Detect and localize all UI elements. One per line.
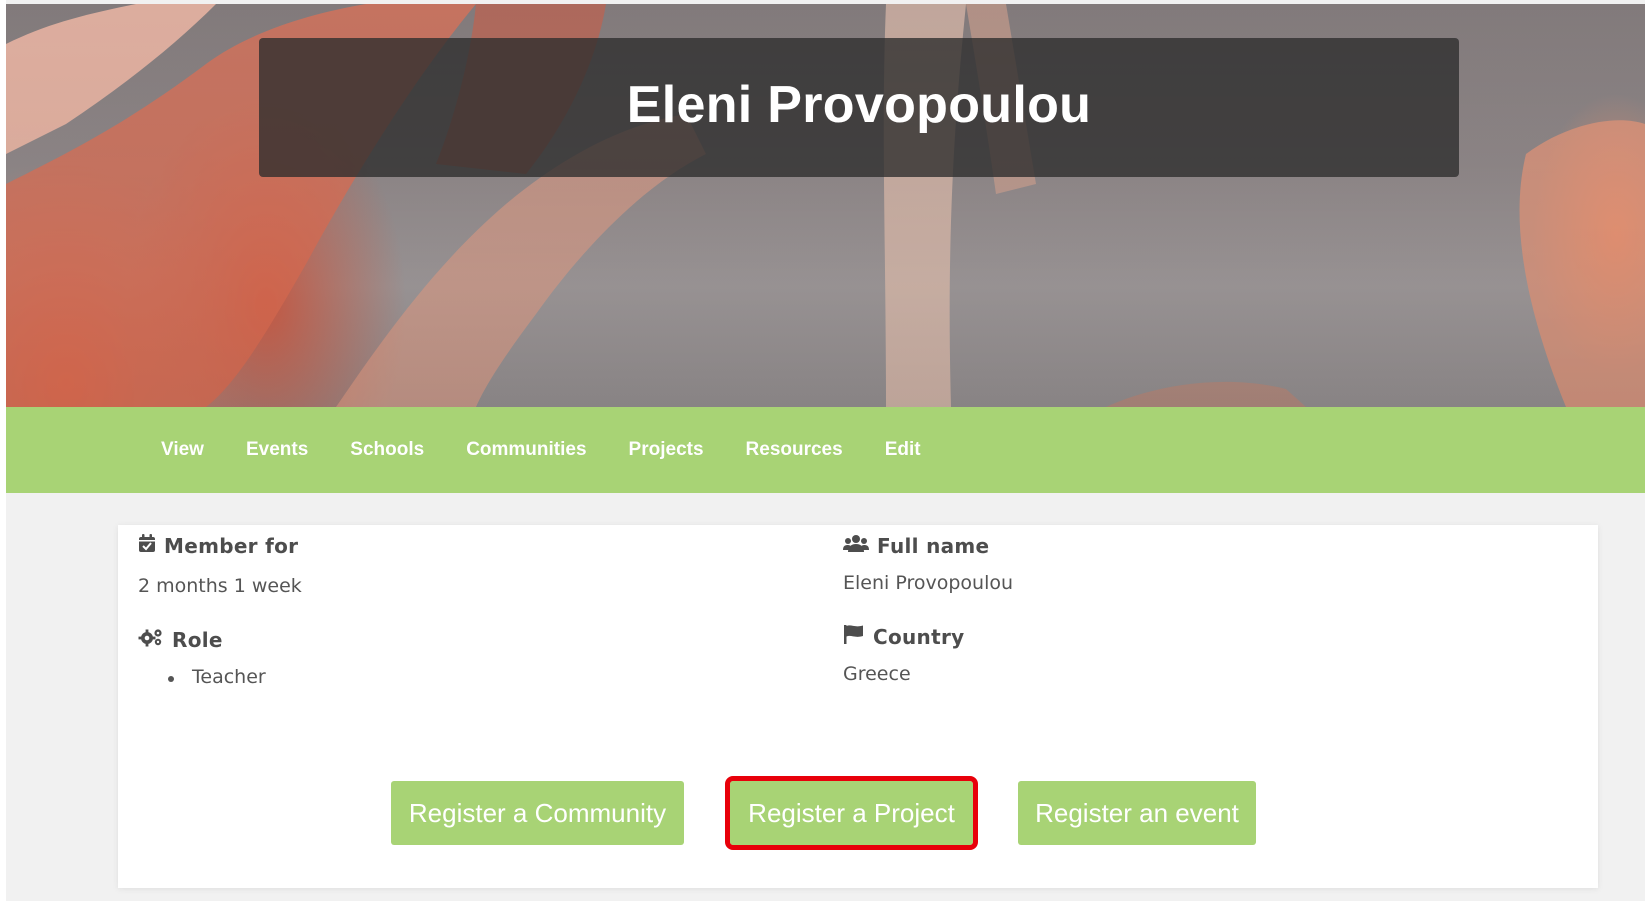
tab-projects[interactable]: Projects — [629, 439, 704, 461]
right-details-column: Full name Eleni Provopoulou Country Gree… — [843, 533, 1013, 685]
register-event-button[interactable]: Register an event — [1018, 781, 1256, 845]
calendar-check-icon — [138, 533, 156, 558]
country-label-row: Country — [843, 624, 1013, 649]
country-value: Greece — [843, 663, 911, 685]
profile-page: Eleni Provopoulou View Events Schools Co… — [6, 0, 1645, 901]
register-community-button[interactable]: Register a Community — [391, 781, 684, 845]
role-item: Teacher — [168, 666, 302, 688]
member-for-label-row-main: Member for — [138, 533, 298, 558]
tab-resources[interactable]: Resources — [746, 439, 843, 461]
users-icon — [843, 533, 869, 558]
flag-icon — [843, 624, 865, 649]
role-list: Teacher — [138, 666, 302, 688]
cogs-icon — [138, 627, 164, 652]
full-name-label-row: Full name — [843, 533, 1013, 558]
tab-events[interactable]: Events — [246, 439, 308, 461]
profile-title-box: Eleni Provopoulou — [259, 38, 1459, 177]
profile-tabs-nav: View Events Schools Communities Projects… — [6, 407, 1645, 493]
member-for-label-text: Member for — [164, 533, 299, 558]
role-label: Role — [172, 627, 223, 652]
full-name-label: Full name — [877, 533, 990, 558]
role-label-row: Role — [138, 627, 302, 652]
tab-view[interactable]: View — [161, 439, 204, 461]
member-for-label-wrap: Member for — [138, 533, 298, 558]
profile-details-card: Member for 2 months 1 week — [118, 525, 1598, 888]
profile-name-title: Eleni Provopoulou — [626, 75, 1092, 134]
tab-edit[interactable]: Edit — [885, 439, 921, 461]
tab-schools[interactable]: Schools — [350, 439, 424, 461]
tab-communities[interactable]: Communities — [466, 439, 586, 461]
full-name-value: Eleni Provopoulou — [843, 572, 1014, 594]
country-label: Country — [873, 624, 965, 649]
profile-hero-banner: Eleni Provopoulou — [6, 4, 1645, 407]
member-for-value: 2 months 1 week — [138, 575, 302, 597]
register-project-button[interactable]: Register a Project — [725, 776, 978, 850]
